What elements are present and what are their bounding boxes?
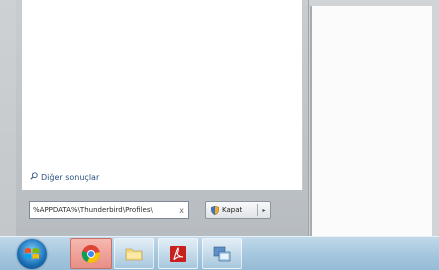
more-results-label: Diğer sonuçlar — [41, 172, 100, 182]
desktop-background-right — [432, 0, 439, 236]
more-results-link[interactable]: Diğer sonuçlar — [30, 172, 99, 182]
search-input[interactable]: %APPDATA%\Thunderbird\Profiles\ x — [29, 201, 189, 219]
shutdown-button[interactable]: Kapat — [206, 202, 257, 218]
taskbar-button-acrobat[interactable] — [158, 238, 198, 269]
desktop-background — [0, 0, 16, 236]
shutdown-options-button[interactable]: ▸ — [258, 202, 270, 218]
window-switch-icon — [213, 246, 231, 261]
shutdown-label: Kapat — [222, 206, 243, 214]
shutdown-button-group: Kapat ▸ — [205, 201, 271, 219]
windows-logo-icon — [25, 248, 39, 259]
clear-search-icon[interactable]: x — [179, 206, 188, 215]
taskbar-button-switch-windows[interactable] — [202, 238, 242, 269]
taskbar-button-explorer[interactable] — [114, 238, 154, 269]
start-menu: Diğer sonuçlar %APPDATA%\Thunderbird\Pro… — [16, 0, 309, 236]
acrobat-icon — [170, 245, 186, 262]
uac-shield-icon — [211, 205, 219, 215]
chevron-right-icon: ▸ — [262, 206, 266, 214]
search-input-value: %APPDATA%\Thunderbird\Profiles\ — [33, 206, 153, 214]
folder-icon — [125, 248, 143, 260]
background-window[interactable] — [310, 6, 434, 236]
search-icon — [30, 172, 38, 182]
search-results-pane: Diğer sonuçlar — [22, 0, 303, 190]
desktop-screen: Diğer sonuçlar %APPDATA%\Thunderbird\Pro… — [0, 0, 439, 270]
chrome-icon — [81, 244, 101, 263]
start-button[interactable] — [17, 239, 47, 269]
taskbar-button-chrome[interactable] — [70, 238, 112, 269]
